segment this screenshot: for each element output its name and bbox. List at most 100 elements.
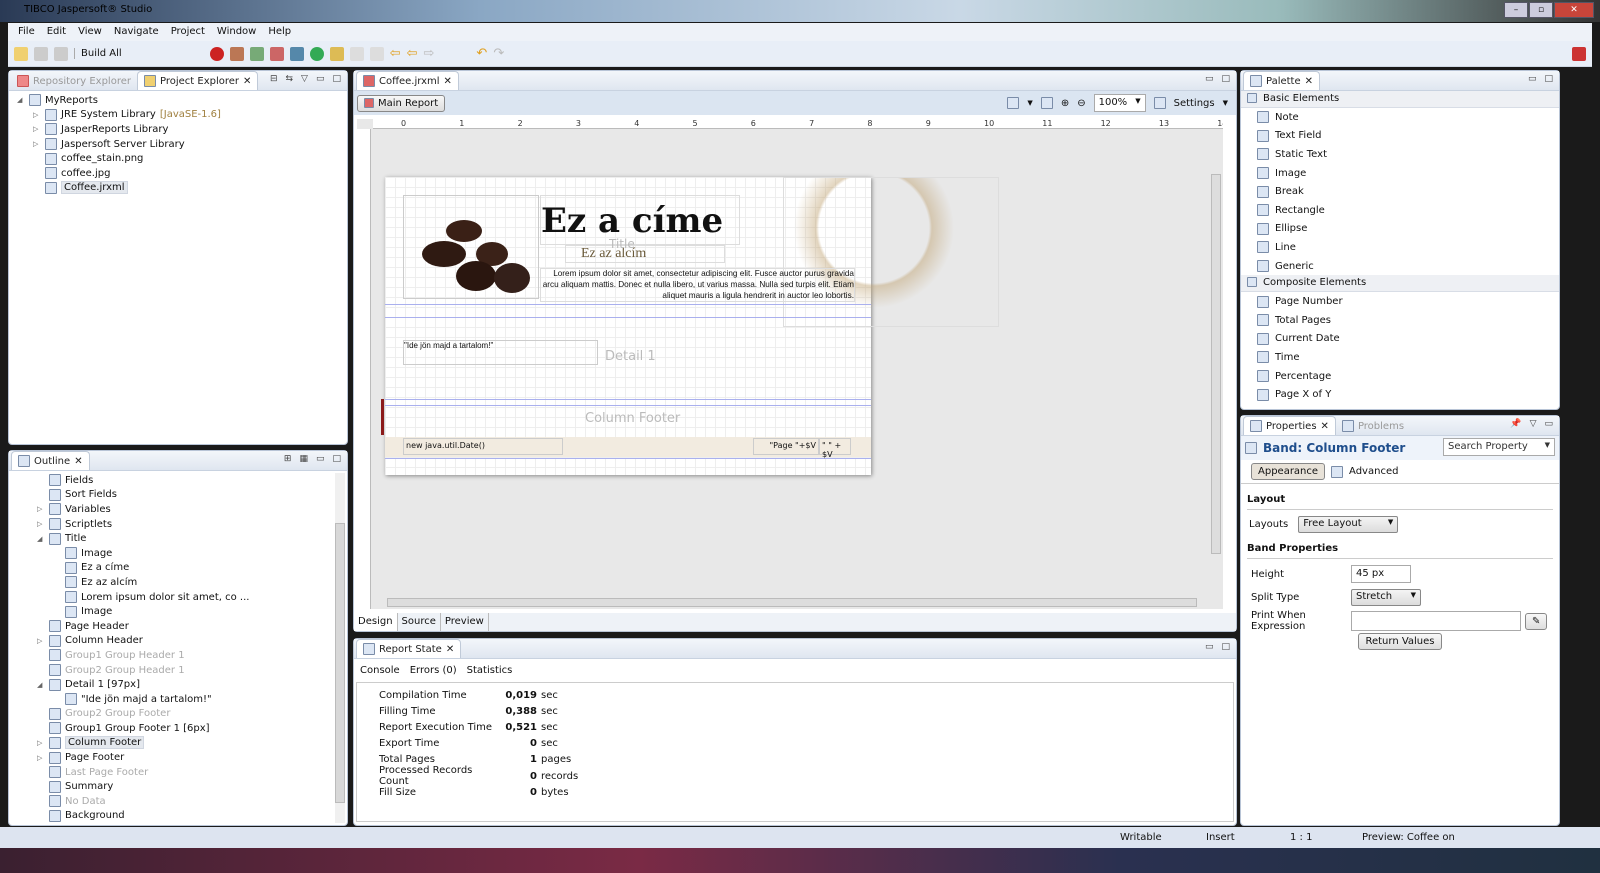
view-menu-icon[interactable]: ▽ (1530, 419, 1537, 429)
band-resize-handle[interactable] (381, 399, 384, 435)
server-icon[interactable] (289, 46, 304, 61)
tree-item[interactable]: Page Header (9, 619, 347, 634)
tree-item[interactable]: Group2 Group Header 1 (9, 663, 347, 678)
print-when-input[interactable] (1351, 611, 1521, 631)
vertical-scrollbar[interactable] (1211, 174, 1221, 554)
main-report-button[interactable]: Main Report (357, 94, 446, 112)
menu-file[interactable]: File (12, 23, 41, 41)
tab-outline[interactable]: Outline ✕ (11, 451, 90, 470)
tree-item[interactable]: coffee_stain.png (9, 151, 347, 166)
close-tab-icon[interactable]: ✕ (446, 644, 454, 655)
tree-item[interactable]: Group1 Group Footer 1 [6px] (9, 721, 347, 736)
palette-item-percentage[interactable]: Percentage (1241, 367, 1559, 386)
zoom-combo[interactable]: 100% ▼ (1093, 94, 1146, 112)
search-property-input[interactable]: Search Property ▼ (1443, 438, 1555, 456)
tab-repository-explorer[interactable]: Repository Explorer (11, 72, 137, 90)
tree-item[interactable]: ▷ Column Header (9, 634, 347, 649)
collapsed-icon[interactable]: ▷ (33, 125, 41, 133)
forward-icon[interactable]: ⇨ (424, 46, 435, 61)
redo-icon[interactable]: ↷ (493, 46, 504, 61)
tab-properties[interactable]: Properties ✕ (1243, 416, 1336, 435)
link-editor-icon[interactable]: ⇆ (286, 74, 294, 84)
dropdown-icon[interactable]: ▼ (1027, 99, 1032, 107)
tab-report-state[interactable]: Report State ✕ (356, 639, 462, 658)
maximize-icon[interactable]: □ (332, 74, 341, 84)
maximize-icon[interactable]: □ (332, 454, 341, 464)
collapsed-icon[interactable]: ▷ (37, 739, 45, 747)
menu-navigate[interactable]: Navigate (108, 23, 165, 41)
palette-item-text-field[interactable]: Text Field (1241, 127, 1559, 146)
minimize-icon[interactable]: ▭ (1205, 74, 1214, 84)
tab-problems[interactable]: Problems (1336, 417, 1410, 435)
undo-icon[interactable]: ↶ (476, 46, 487, 61)
palette-item-static-text[interactable]: Static Text (1241, 145, 1559, 164)
palette-item-image[interactable]: Image (1241, 164, 1559, 183)
pen-icon[interactable] (329, 46, 344, 61)
open-perspective-icon[interactable] (1548, 47, 1562, 61)
tree-item[interactable]: ◢ MyReports (9, 93, 347, 108)
collapsed-icon[interactable]: ▷ (37, 505, 45, 513)
tree-item[interactable]: Image (9, 604, 347, 619)
palette-item-break[interactable]: Break (1241, 182, 1559, 201)
debug-icon[interactable] (209, 46, 224, 61)
menu-help[interactable]: Help (262, 23, 297, 41)
split-type-select[interactable]: Stretch ▼ (1351, 589, 1421, 606)
outline-scrollbar[interactable] (335, 473, 345, 823)
subtab-console[interactable]: Console (360, 665, 400, 676)
tab-source[interactable]: Source (398, 613, 441, 631)
tree-item[interactable]: "Ide jön majd a tartalom!" (9, 692, 347, 707)
tab-project-explorer[interactable]: Project Explorer ✕ (137, 71, 259, 90)
maximize-icon[interactable]: □ (1221, 74, 1230, 84)
tab-coffee-jrxml[interactable]: Coffee.jrxml ✕ (356, 71, 459, 90)
minimize-button[interactable]: – (1504, 2, 1528, 18)
tree-item[interactable]: Fields (9, 473, 347, 488)
new-icon[interactable] (14, 46, 28, 61)
tree-item[interactable]: Image (9, 546, 347, 561)
tree-item[interactable]: No Data (9, 794, 347, 809)
tree-item[interactable]: Sort Fields (9, 488, 347, 503)
zoom-in-icon[interactable]: ⊕ (1061, 98, 1069, 109)
return-values-button[interactable]: Return Values (1358, 633, 1442, 650)
maximize-icon[interactable]: □ (1544, 74, 1553, 84)
save-icon[interactable] (34, 46, 48, 61)
menu-window[interactable]: Window (211, 23, 262, 41)
tree-item[interactable]: ▷ Page Footer (9, 750, 347, 765)
build-all-button[interactable]: Build All (74, 48, 128, 59)
palette-item-line[interactable]: Line (1241, 238, 1559, 257)
palette-item-current-date[interactable]: Current Date (1241, 330, 1559, 349)
next-annotation-icon[interactable] (349, 46, 364, 61)
lorem-text[interactable]: Lorem ipsum dolor sit amet, consectetur … (540, 268, 855, 302)
report-wizard-icon[interactable] (229, 46, 244, 61)
coffee-beans-image[interactable] (403, 195, 539, 299)
tree-item[interactable]: Group1 Group Header 1 (9, 648, 347, 663)
tree-item[interactable]: ▷ Column Footer (9, 736, 347, 751)
thumbnail-icon[interactable]: ▦ (299, 454, 308, 464)
minimize-icon[interactable]: ▭ (1205, 642, 1214, 652)
expanded-icon[interactable]: ◢ (37, 535, 45, 543)
tab-preview[interactable]: Preview (441, 613, 489, 631)
tree-item[interactable]: Last Page Footer (9, 765, 347, 780)
palette-item-rectangle[interactable]: Rectangle (1241, 201, 1559, 220)
tree-item[interactable]: Lorem ipsum dolor sit amet, co ... (9, 590, 347, 605)
band-icon[interactable] (1040, 97, 1053, 109)
back-nav-icon[interactable]: ⇦ (407, 46, 418, 61)
tree-item[interactable]: ◢ Title (9, 531, 347, 546)
expanded-icon[interactable]: ◢ (17, 96, 25, 104)
subtab-statistics[interactable]: Statistics (467, 665, 513, 676)
close-tab-icon[interactable]: ✕ (1321, 421, 1329, 432)
tree-item[interactable]: Ez a címe (9, 561, 347, 576)
pin-icon[interactable]: 📌 (1510, 419, 1521, 429)
close-tab-icon[interactable]: ✕ (1305, 76, 1313, 87)
palette-item-page-number[interactable]: Page Number (1241, 292, 1559, 311)
palette-item-note[interactable]: Note (1241, 108, 1559, 127)
title-text[interactable]: Ez a címe (540, 195, 740, 245)
close-button[interactable]: ✕ (1554, 2, 1594, 18)
prev-annotation-icon[interactable] (369, 46, 384, 61)
settings-dropdown-icon[interactable]: ▼ (1223, 99, 1228, 107)
tree-item[interactable]: ▷ Jaspersoft Server Library (9, 137, 347, 152)
tree-item[interactable]: ◢ Detail 1 [97px] (9, 677, 347, 692)
collapsed-icon[interactable]: ▷ (33, 140, 41, 148)
settings-button[interactable]: Settings (1174, 98, 1215, 109)
horizontal-scrollbar[interactable] (387, 598, 1197, 607)
tree-item[interactable]: ▷ JasperReports Library (9, 122, 347, 137)
